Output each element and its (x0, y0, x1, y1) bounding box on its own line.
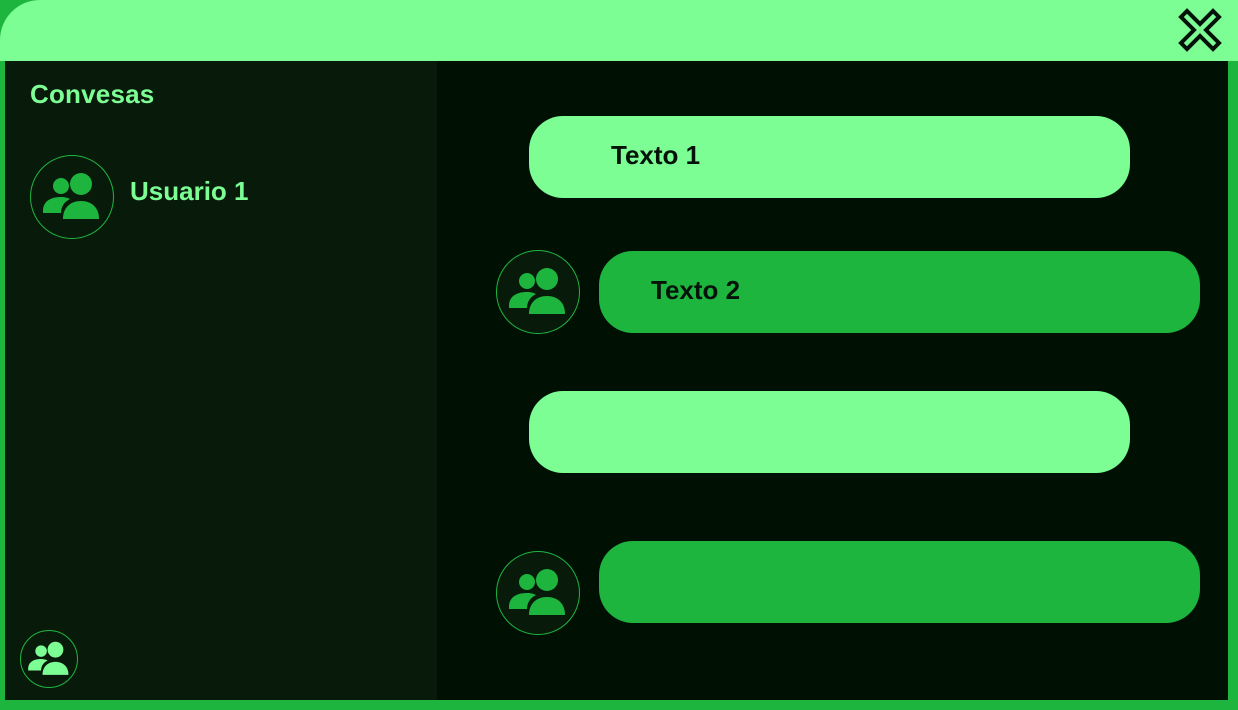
chat-panel: Texto 1 Texto 2 (437, 61, 1228, 700)
conversation-name: Usuario 1 (130, 176, 249, 206)
message-bubble-outgoing (529, 391, 1130, 473)
users-icon (509, 268, 565, 314)
conversations-sidebar: Convesas Usuario 1 (5, 61, 437, 700)
close-icon (1178, 8, 1222, 52)
avatar (496, 551, 580, 635)
users-icon (509, 569, 565, 615)
avatar (496, 250, 580, 334)
title-bar (0, 0, 1238, 61)
message-bubble-outgoing: Texto 1 (529, 116, 1130, 198)
close-button[interactable] (1178, 8, 1222, 52)
message-bubble-incoming (599, 541, 1200, 623)
message-bubble-incoming: Texto 2 (599, 251, 1200, 333)
self-avatar-button[interactable] (20, 630, 78, 688)
avatar (30, 155, 114, 239)
users-icon (28, 641, 69, 675)
users-icon (43, 173, 99, 219)
sidebar-title: Convesas (30, 79, 155, 109)
conversation-item[interactable]: Usuario 1 (30, 155, 410, 241)
